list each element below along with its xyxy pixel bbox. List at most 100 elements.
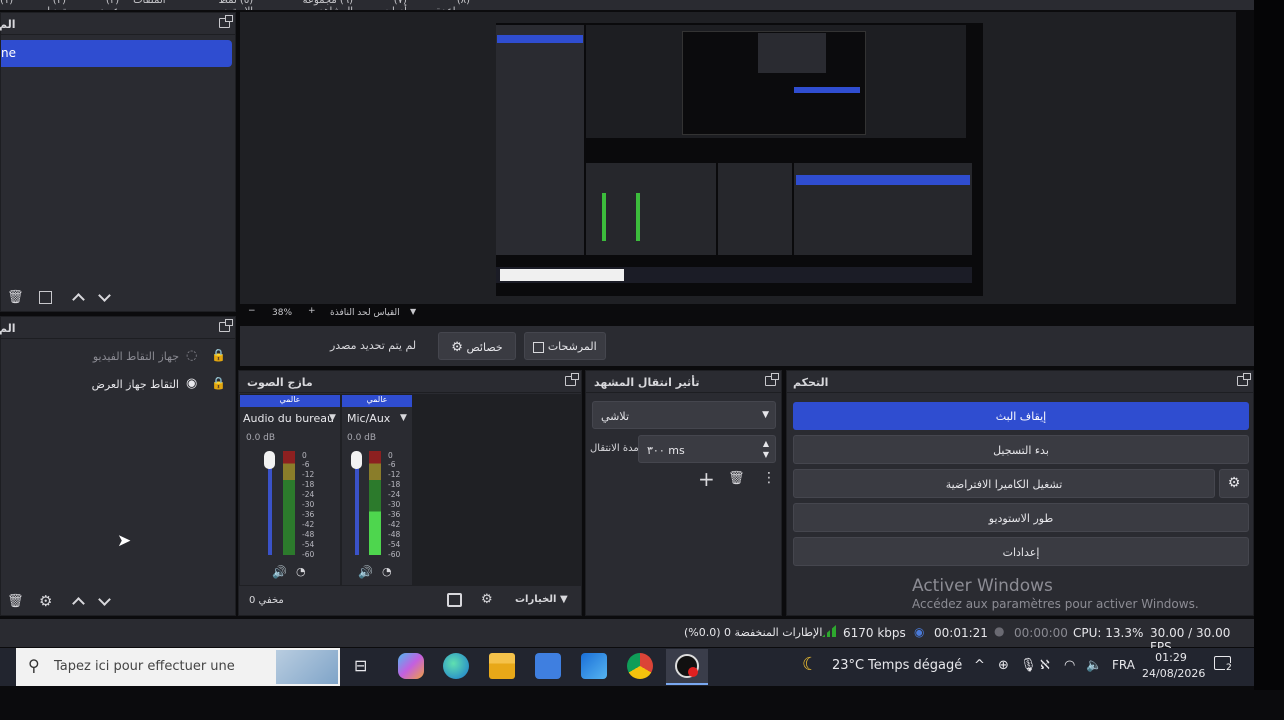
channel-tag: عالمي — [240, 395, 340, 407]
lock-icon[interactable]: 🔒 — [211, 348, 226, 362]
delete-scene-icon[interactable]: 🗑 — [7, 290, 24, 305]
menu-item-studio[interactable]: (٥) نمط الاستوديو — [180, 0, 253, 10]
undock-icon[interactable] — [765, 373, 779, 386]
mixer-options-button[interactable]: الخيارات ▼ — [515, 594, 568, 605]
mic-icon[interactable]: 🎙 — [1020, 658, 1037, 673]
search-icon: ⚲ — [28, 656, 40, 675]
sources-dock: الم جهاز التقاط الفيديو ◌ 🔒 التقاط جهاز … — [0, 316, 236, 616]
duration-input[interactable]: ٣٠٠ ms ▲ ▼ — [638, 435, 776, 463]
sources-title: الم — [0, 322, 16, 335]
dropped-frames: الإطارات المنخفضة 0 (0.0%) — [684, 626, 823, 639]
undock-icon[interactable] — [219, 319, 233, 332]
filters-button[interactable]: المرشحات — [524, 332, 606, 360]
menu-item-tools[interactable]: (٧) أدوات — [367, 0, 407, 10]
channel-tag: عالمي — [342, 395, 412, 407]
source-settings-icon[interactable]: ⚙ — [39, 592, 52, 610]
undock-icon[interactable] — [565, 373, 579, 386]
stop-stream-button[interactable]: إيقاف البث — [793, 402, 1249, 430]
add-transition-icon[interactable]: + — [698, 467, 715, 491]
clock-date: 24/08/2026 — [1142, 667, 1206, 680]
channel-name[interactable]: Mic/Aux — [347, 412, 390, 425]
wifi-icon[interactable]: ◠ — [1064, 658, 1075, 673]
sources-header: الم — [0, 317, 235, 339]
network-icon[interactable]: ⊕ — [998, 658, 1009, 673]
properties-button[interactable]: ⚙ خصائص — [438, 332, 516, 360]
menu-item-file[interactable]: (١) — [0, 0, 13, 10]
scene-item-selected[interactable]: ne — [1, 40, 232, 67]
outlook-icon[interactable] — [581, 653, 607, 679]
advanced-audio-icon[interactable]: ⚙ — [481, 592, 493, 607]
mixer-title: مازج الصوت — [247, 376, 313, 389]
language[interactable]: FRA — [1112, 658, 1135, 672]
channel-name[interactable]: Audio du bureau — [243, 412, 334, 425]
file-explorer-icon[interactable] — [489, 653, 515, 679]
copilot-icon[interactable] — [398, 653, 424, 679]
start-record-button[interactable]: بدء التسجيل — [793, 435, 1249, 464]
menu-item-edit[interactable]: (٢) تعديل — [27, 0, 66, 10]
clock[interactable]: 01:29 24/08/2026 — [1142, 650, 1206, 682]
eye-hidden-icon[interactable]: ◌ — [186, 348, 197, 363]
studio-mode-button[interactable]: طور الاستوديو — [793, 503, 1249, 532]
source-item[interactable]: جهاز التقاط الفيديو ◌ 🔒 — [1, 347, 235, 369]
undock-icon[interactable] — [219, 15, 233, 28]
scene-filter-icon[interactable] — [39, 291, 52, 304]
ime-icon[interactable]: ℵ — [1040, 658, 1050, 673]
taskbar-search[interactable]: ⚲ Tapez ici pour effectuer une — [16, 648, 340, 686]
obs-taskbar-active[interactable] — [666, 649, 708, 685]
nested-search — [500, 269, 624, 281]
virtual-camera-settings-button[interactable]: ⚙ — [1219, 469, 1249, 498]
move-down-icon[interactable] — [98, 593, 111, 606]
scenes-toolbar: 🗑 — [1, 286, 235, 310]
source-item[interactable]: التقاط جهاز العرض ◉ 🔒 — [1, 375, 235, 397]
program-preview[interactable] — [496, 23, 983, 296]
menu-item-profiles[interactable]: الملفات — [133, 0, 165, 10]
move-down-icon[interactable] — [98, 289, 111, 302]
meter-scale: 0 -6 -12 -18 -24 -30 -36 -42 -48 -54 -60 — [302, 451, 315, 559]
monitor-icon[interactable]: ◔ — [296, 565, 306, 578]
menu-item-scene-collection[interactable]: (٦) مجموعة المشاهد — [267, 0, 353, 10]
volume-icon[interactable]: 🔈 — [1086, 658, 1102, 673]
channel-menu-icon[interactable]: ▼ — [329, 413, 336, 423]
move-up-icon[interactable] — [72, 597, 85, 610]
chrome-icon[interactable] — [627, 653, 653, 679]
volume-slider-handle[interactable] — [264, 451, 275, 469]
speaker-icon[interactable]: 🔊 — [358, 565, 373, 579]
edge-icon[interactable] — [443, 653, 469, 679]
delete-source-icon[interactable]: 🗑 — [7, 594, 24, 609]
volume-slider-handle[interactable] — [351, 451, 362, 469]
channel-menu-icon[interactable]: ▼ — [400, 413, 407, 423]
menu-item-help[interactable]: (٨) مساعدة — [421, 0, 470, 10]
virtual-camera-button[interactable]: تشغيل الكاميرا الافتراضية — [793, 469, 1215, 498]
move-up-icon[interactable] — [72, 293, 85, 306]
zoom-in-icon[interactable]: + — [308, 306, 316, 316]
signal-bars-icon — [822, 625, 836, 637]
settings-button[interactable]: إعدادات — [793, 537, 1249, 566]
nested-meter — [602, 193, 606, 241]
lock-icon[interactable]: 🔒 — [211, 376, 226, 390]
zoom-dropdown-icon[interactable]: ▼ — [410, 307, 416, 316]
monitor-icon[interactable]: ◔ — [382, 565, 392, 578]
transition-select[interactable]: تلاشي ▼ — [592, 401, 776, 429]
transitions-dock: تأثير انتقال المشهد تلاشي ▼ مدة الانتقال… — [585, 370, 782, 616]
tray-chevron-icon[interactable]: ^ — [974, 658, 985, 673]
volume-slider-track — [355, 455, 359, 555]
remove-transition-icon[interactable]: 🗑 — [728, 471, 745, 486]
search-placeholder: Tapez ici pour effectuer une — [54, 659, 235, 674]
menu-item-view[interactable]: (٣) عرض — [80, 0, 120, 10]
task-view-icon[interactable]: ⊟ — [352, 653, 380, 682]
undock-icon[interactable] — [1237, 373, 1251, 386]
speaker-icon[interactable]: 🔊 — [272, 565, 287, 579]
fit-window-label[interactable]: القياس لحد النافذة — [330, 308, 400, 318]
store-icon[interactable] — [535, 653, 561, 679]
notification-center[interactable]: 2 — [1214, 656, 1236, 676]
weather-temp[interactable]: 23°C — [832, 658, 864, 673]
eye-icon[interactable]: ◉ — [186, 376, 197, 391]
transition-menu-icon[interactable]: ⋮ — [762, 470, 776, 486]
mixer-footer: مخفي 0 ⚙ الخيارات ▼ — [239, 589, 581, 613]
mixer-layout-icon[interactable] — [447, 593, 462, 607]
weather-text[interactable]: Temps dégagé — [868, 658, 962, 673]
stepper-icon[interactable]: ▲ ▼ — [763, 438, 769, 460]
nested-stop-stream — [796, 175, 970, 185]
nested-scene-selected — [497, 35, 583, 43]
zoom-out-icon[interactable]: − — [248, 306, 256, 316]
